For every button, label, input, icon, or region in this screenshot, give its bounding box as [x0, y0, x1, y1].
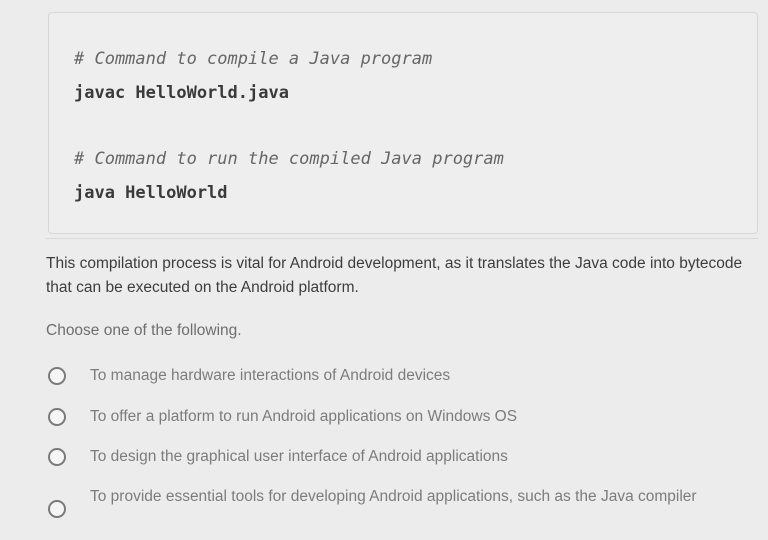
radio-button-icon[interactable]	[48, 367, 66, 385]
code-command-run: java HelloWorld	[74, 183, 228, 203]
code-comment-compile: # Command to compile a Java program	[74, 49, 433, 69]
code-comment-run: # Command to run the compiled Java progr…	[74, 149, 504, 169]
radio-button-icon[interactable]	[48, 500, 66, 518]
answer-option-label[interactable]: To offer a platform to run Android appli…	[90, 406, 720, 428]
section-divider	[46, 238, 758, 239]
radio-button-icon[interactable]	[48, 448, 66, 466]
question-description: This compilation process is vital for An…	[46, 255, 743, 296]
code-command-compile: javac HelloWorld.java	[74, 83, 289, 103]
code-block: # Command to compile a Java program java…	[48, 12, 758, 234]
answer-option-label[interactable]: To provide essential tools for developin…	[90, 486, 720, 508]
radio-button-icon[interactable]	[48, 408, 66, 426]
answer-option-label[interactable]: To design the graphical user interface o…	[90, 446, 720, 468]
question-prompt: Choose one of the following.	[46, 322, 242, 339]
answer-option-label[interactable]: To manage hardware interactions of Andro…	[90, 365, 720, 387]
